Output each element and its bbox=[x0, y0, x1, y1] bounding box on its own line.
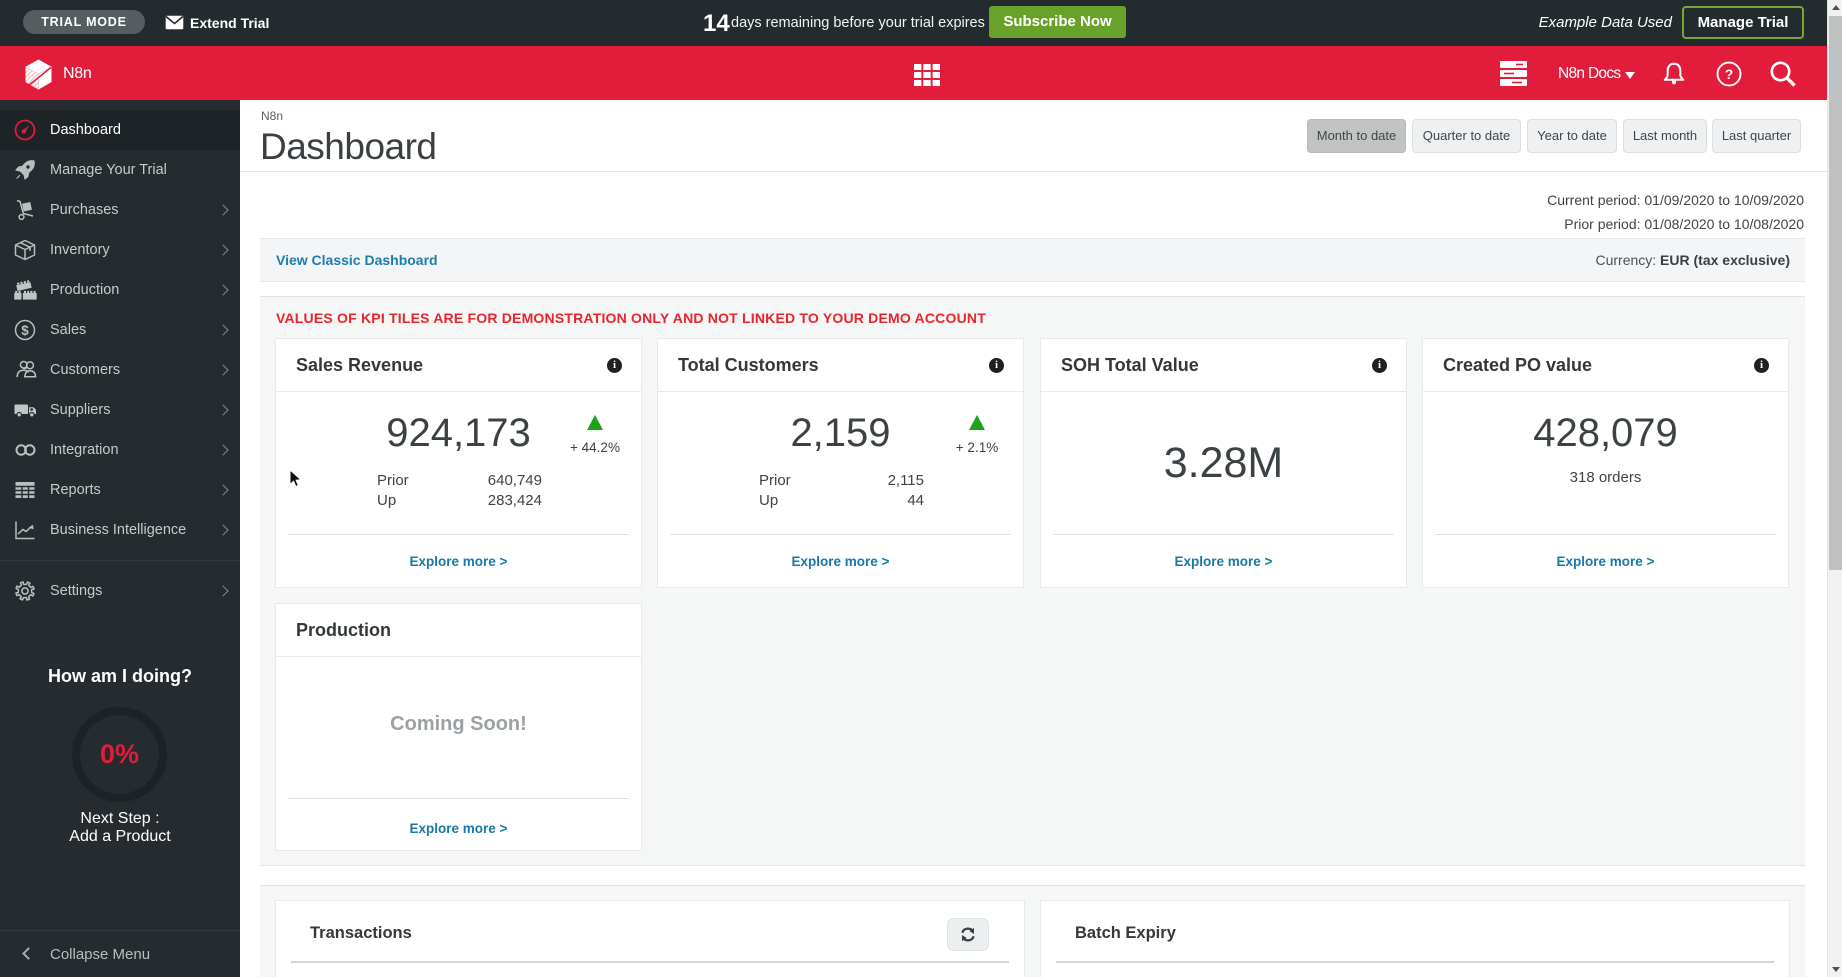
svg-text:$: $ bbox=[21, 323, 29, 338]
svg-text:?: ? bbox=[1725, 66, 1734, 82]
